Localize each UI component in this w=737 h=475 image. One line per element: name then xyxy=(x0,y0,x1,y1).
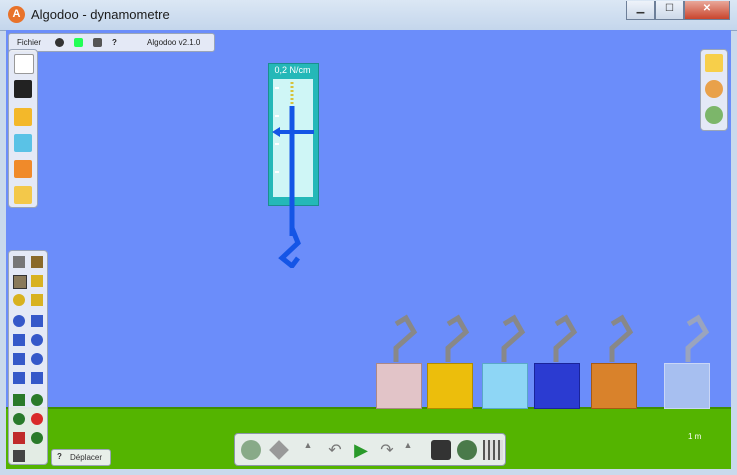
minimize-button[interactable]: ▁ xyxy=(626,1,655,20)
scale-tool-icon[interactable] xyxy=(31,294,43,306)
cut-tool-icon[interactable] xyxy=(31,315,43,327)
menu-file[interactable]: Fichier xyxy=(17,38,41,47)
drag-tool-icon[interactable] xyxy=(31,275,43,287)
menu-bar: Fichier ? Algodoo v2.1.0 xyxy=(8,33,215,52)
tracer-tool-icon[interactable] xyxy=(31,413,43,425)
box-tool-icon[interactable] xyxy=(13,353,25,365)
rotate-tool-icon[interactable] xyxy=(13,294,25,306)
block-transparent[interactable] xyxy=(664,363,710,409)
hint-label: Déplacer xyxy=(70,453,103,462)
algodoo-app-icon: A xyxy=(8,6,25,23)
save-icon[interactable] xyxy=(14,80,32,98)
block-gold[interactable] xyxy=(427,363,473,409)
properties-icon[interactable] xyxy=(705,54,723,72)
redo-icon[interactable]: ↷ xyxy=(377,440,397,460)
browse-scenes-icon[interactable] xyxy=(14,134,32,152)
polygon-tool-icon[interactable] xyxy=(13,334,25,346)
circle-tool-icon[interactable] xyxy=(31,353,43,365)
examples-icon[interactable] xyxy=(14,186,32,204)
move-tool-icon[interactable] xyxy=(13,275,27,289)
maximize-button[interactable]: ☐ xyxy=(655,1,684,20)
options-panel xyxy=(700,49,728,131)
fixate-tool-icon[interactable] xyxy=(31,394,43,406)
knife-tool-icon[interactable] xyxy=(31,256,43,268)
play-icon[interactable]: ▶ xyxy=(351,440,371,460)
scene-icon[interactable] xyxy=(74,38,83,47)
zoom-icon[interactable] xyxy=(241,440,261,460)
tool-hint: ? Déplacer xyxy=(51,449,111,466)
gear-tool-icon[interactable] xyxy=(31,334,43,346)
chevron-up-icon[interactable]: ▲ xyxy=(303,440,313,460)
grid-icon[interactable] xyxy=(483,440,503,460)
hooks xyxy=(393,314,710,362)
air-friction-icon[interactable] xyxy=(457,440,477,460)
hint-icon: ? xyxy=(57,452,62,461)
chevron-up-icon[interactable]: ▲ xyxy=(403,440,413,460)
dynamometer-reading: 0,2 N/cm xyxy=(274,65,311,75)
simulation-viewport[interactable]: Fichier ? Algodoo v2.1.0 0,2 N/cm ? Dépl… xyxy=(6,30,731,469)
version-label: Algodoo v2.1.0 xyxy=(147,38,201,47)
block-light-blue[interactable] xyxy=(482,363,528,409)
pan-icon[interactable] xyxy=(269,440,289,460)
rope-tool-icon[interactable] xyxy=(13,315,25,327)
brush-tool-icon[interactable] xyxy=(13,450,25,462)
new-scene-icon[interactable] xyxy=(14,54,34,74)
chain-tool-icon[interactable] xyxy=(31,372,43,384)
sketch-tool-icon[interactable] xyxy=(13,256,25,268)
scale-label: 1 m xyxy=(688,432,702,441)
file-panel xyxy=(8,49,38,208)
block-pink-stone[interactable] xyxy=(376,363,422,409)
lessons-icon[interactable] xyxy=(14,160,32,178)
spring-tool-icon[interactable] xyxy=(13,394,25,406)
dynamometer-spring-hook xyxy=(272,82,314,268)
record-icon[interactable] xyxy=(55,38,64,47)
photo-icon[interactable] xyxy=(93,38,102,47)
block-navy[interactable] xyxy=(534,363,580,409)
tools-panel xyxy=(8,250,48,465)
bottom-toolbar: ▲ ↶ ▶ ↷ ▲ xyxy=(234,433,506,466)
undo-icon[interactable]: ↶ xyxy=(325,440,345,460)
hinge-tool-icon[interactable] xyxy=(13,413,25,425)
window-title: Algodoo - dynamometre xyxy=(31,7,170,22)
help-menu[interactable]: ? xyxy=(112,38,117,47)
block-wood[interactable] xyxy=(591,363,637,409)
title-bar: A Algodoo - dynamometre ▁ ☐ ✕ xyxy=(0,0,737,31)
palette-icon[interactable] xyxy=(705,80,723,98)
open-folder-icon[interactable] xyxy=(14,108,32,126)
gravity-icon[interactable] xyxy=(431,440,451,460)
close-button[interactable]: ✕ xyxy=(684,1,730,20)
laser-tool-icon[interactable] xyxy=(13,432,25,444)
plane-tool-icon[interactable] xyxy=(13,372,25,384)
zoom-settings-icon[interactable] xyxy=(705,106,723,124)
thruster-tool-icon[interactable] xyxy=(31,432,43,444)
